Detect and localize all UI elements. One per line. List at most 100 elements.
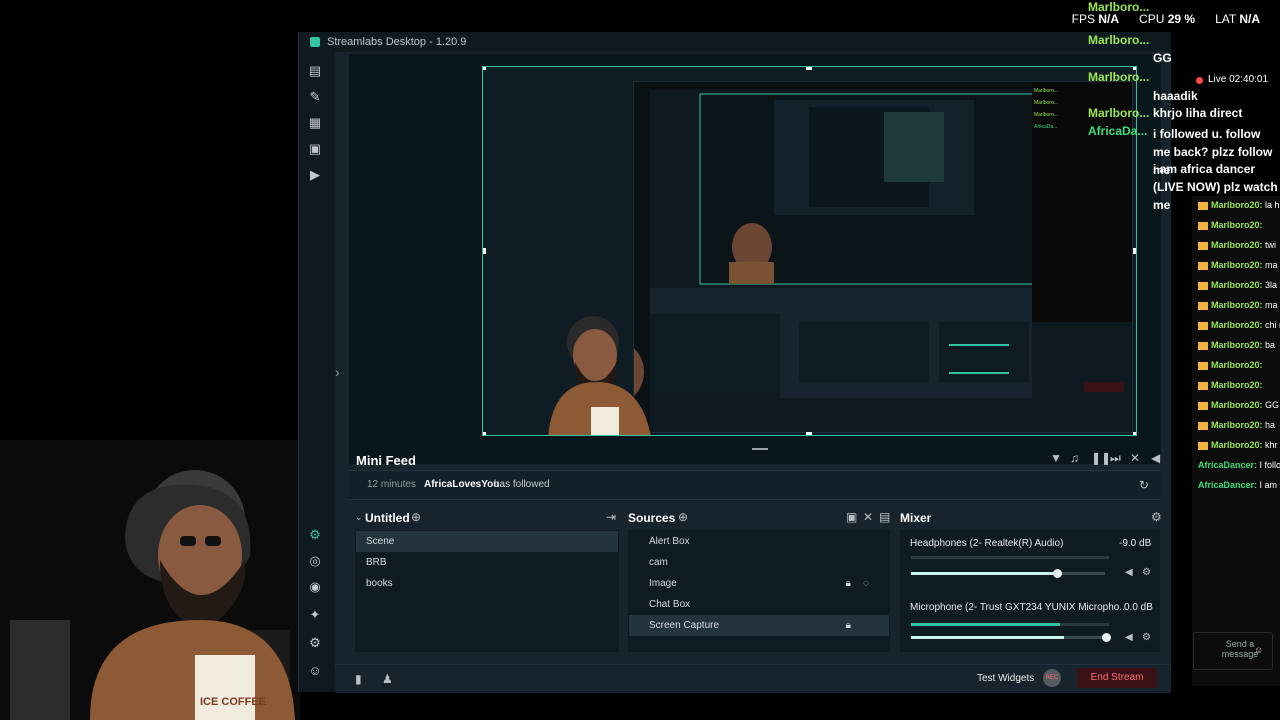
source-properties-icon[interactable]: ▤ xyxy=(879,510,890,524)
record-button[interactable]: REC xyxy=(1043,669,1061,687)
chat-username[interactable]: Marlboro20: xyxy=(1211,320,1263,330)
skip-icon[interactable]: ⏭ xyxy=(1110,451,1121,466)
chat-username[interactable]: AfricaDancer: xyxy=(1198,460,1257,470)
filter-icon[interactable]: ▼ xyxy=(1050,451,1062,465)
chat-username[interactable]: Marlboro20: xyxy=(1211,280,1263,290)
chat-message: Marlboro20: chi motatarifa xyxy=(1198,320,1280,331)
svg-text:Marlboro...: Marlboro... xyxy=(1034,112,1058,118)
add-source-icon[interactable]: ⊕ xyxy=(678,510,688,524)
chat-message: AfricaDancer: I am (LIVE NOW) plz wat xyxy=(1198,480,1280,491)
chat-username[interactable]: AfricaDancer: xyxy=(1198,480,1257,490)
overlay-chat-text: GG xyxy=(1153,51,1172,65)
title-bar: Streamlabs Desktop - 1.20.9 xyxy=(299,32,1171,52)
chat-username[interactable]: Marlboro20: xyxy=(1211,260,1263,270)
performance-icon[interactable]: ▮ xyxy=(355,672,362,686)
chevron-right-icon[interactable]: › xyxy=(335,364,340,380)
chat-username[interactable]: Marlboro20: xyxy=(1211,220,1263,230)
emoji-icon[interactable]: ☺ xyxy=(1254,645,1263,655)
volume-meter xyxy=(911,623,1109,626)
volume-icon[interactable]: ◀ xyxy=(1151,451,1160,465)
add-scene-icon[interactable]: ⊕ xyxy=(411,510,421,524)
editor-icon[interactable]: ▤ xyxy=(308,64,322,78)
nested-capture-image: Marlboro... Marlboro... Marlboro... Afri… xyxy=(584,82,1132,432)
studio-mode-icon[interactable]: ✦ xyxy=(308,608,322,622)
source-item[interactable]: Image 🔒︎ ◌ xyxy=(629,573,889,594)
source-item[interactable]: cam xyxy=(629,552,889,573)
scene-transitions-icon[interactable]: ⇥ xyxy=(606,510,616,524)
mixer-settings-icon[interactable]: ⚙ xyxy=(1151,510,1162,524)
resize-handle-r[interactable] xyxy=(1133,248,1136,254)
volume-slider-knob[interactable] xyxy=(1102,633,1111,642)
source-item[interactable]: Chat Box xyxy=(629,594,889,615)
pause-icon[interactable]: ❚❚ xyxy=(1091,451,1111,465)
profile-icon[interactable]: ☺ xyxy=(308,664,322,678)
chevron-down-icon[interactable]: ⌄ xyxy=(355,512,363,523)
resize-handle-t[interactable] xyxy=(806,67,812,70)
repeat-alert-icon[interactable]: ↻ xyxy=(1139,478,1149,492)
chat-username[interactable]: Marlboro20: xyxy=(1211,360,1263,370)
preview-resize-grip[interactable] xyxy=(752,448,768,450)
remove-source-icon[interactable]: ✕ xyxy=(863,510,873,524)
dashboard-icon[interactable]: ◎ xyxy=(308,554,322,568)
chat-username[interactable]: Marlboro20: xyxy=(1211,440,1263,450)
volume-slider[interactable] xyxy=(911,636,1105,639)
resize-handle-b[interactable] xyxy=(806,432,812,435)
volume-slider-knob[interactable] xyxy=(1053,569,1062,578)
feed-time: 12 minutes xyxy=(367,479,416,490)
group-icon[interactable]: ▣ xyxy=(846,510,857,524)
mute-alerts-icon[interactable]: ✕ xyxy=(1130,451,1140,465)
speaker-icon[interactable]: ◀ xyxy=(1125,567,1133,578)
test-widgets-button[interactable]: Test Widgets xyxy=(977,673,1034,684)
source-item[interactable]: Screen Capture 🔒︎ xyxy=(629,615,889,636)
lock-icon[interactable]: 🔒︎ xyxy=(846,615,851,636)
music-icon[interactable]: ♫ xyxy=(1070,451,1079,465)
scene-collection-title[interactable]: Untitled xyxy=(365,511,410,525)
feed-username[interactable]: AfricaLovesYou xyxy=(424,479,499,490)
resize-handle-tl[interactable] xyxy=(483,67,486,70)
themes-icon[interactable]: ✎ xyxy=(308,90,322,104)
preview-source-frame[interactable]: Marlboro... Marlboro... Marlboro... Afri… xyxy=(482,66,1137,436)
play-icon[interactable]: ▶ xyxy=(308,168,322,182)
highlighter-icon[interactable]: ◉ xyxy=(308,580,322,594)
app-store-icon[interactable]: ▣ xyxy=(308,142,322,156)
channel-settings-icon[interactable]: ⚙ xyxy=(1142,567,1151,578)
moderator-badge-icon xyxy=(1198,221,1208,230)
svg-text:Marlboro...: Marlboro... xyxy=(1034,88,1058,94)
chat-message: Marlboro20: ha xyxy=(1198,420,1280,431)
chat-username[interactable]: Marlboro20: xyxy=(1211,300,1263,310)
store-icon[interactable]: ▦ xyxy=(308,116,322,130)
settings-icon[interactable]: ⚙ xyxy=(308,636,322,650)
mini-feed-title: Mini Feed xyxy=(356,453,416,468)
fps-stat: FPS N/A xyxy=(1071,12,1120,26)
hidden-eye-icon[interactable]: ◌ xyxy=(863,573,869,594)
chat-username[interactable]: Marlboro20: xyxy=(1211,240,1263,250)
sources-list: Alert Box cam Image 🔒︎ ◌ Chat Box Screen C… xyxy=(629,531,889,636)
moderator-badge-icon xyxy=(1198,441,1208,450)
stats-overlay: FPS N/A CPU 29 % LAT N/A xyxy=(1072,12,1260,26)
chat-username[interactable]: Marlboro20: xyxy=(1211,200,1263,210)
overlay-chat-user: Marlboro... xyxy=(1088,70,1150,84)
chat-username[interactable]: Marlboro20: xyxy=(1211,420,1263,430)
chat-input[interactable]: Send a message ☺ xyxy=(1193,632,1273,670)
source-item[interactable]: Alert Box xyxy=(629,531,889,552)
resize-handle-br[interactable] xyxy=(1133,432,1136,435)
scene-item[interactable]: BRB xyxy=(356,552,618,573)
channel-settings-icon[interactable]: ⚙ xyxy=(1142,632,1151,643)
overlay-chat-user: AfricaDa... xyxy=(1088,124,1148,138)
chat-username[interactable]: Marlboro20: xyxy=(1211,340,1263,350)
chat-username[interactable]: Marlboro20: xyxy=(1211,400,1263,410)
end-stream-button[interactable]: End Stream xyxy=(1077,668,1157,688)
live-timer: Live 02:40:01 xyxy=(1208,74,1269,85)
speaker-icon[interactable]: ◀ xyxy=(1125,632,1133,643)
chat-username[interactable]: Marlboro20: xyxy=(1211,380,1263,390)
layout-icon[interactable]: ⚙ xyxy=(308,528,322,542)
lock-icon[interactable]: 🔒︎ xyxy=(846,573,851,594)
scene-item[interactable]: Scene xyxy=(356,531,618,552)
resize-handle-bl[interactable] xyxy=(483,432,486,435)
overlay-chat-text: khrjo liha direct xyxy=(1153,106,1243,120)
resize-handle-l[interactable] xyxy=(483,248,486,254)
scene-item[interactable]: books xyxy=(356,573,618,594)
notifications-icon[interactable]: ♟ xyxy=(382,672,393,686)
overlay-chat-user: Marlboro... xyxy=(1088,33,1150,47)
volume-slider[interactable] xyxy=(911,572,1105,575)
